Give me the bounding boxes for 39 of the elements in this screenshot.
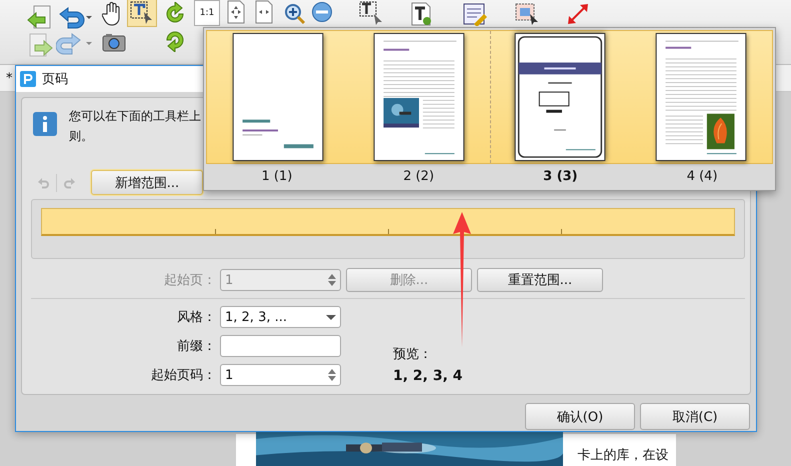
start-number-label: 起始页码：: [150, 367, 216, 384]
body-text: 卡上的库，在设: [578, 448, 668, 464]
page-thumbnail-drawing[interactable]: [232, 33, 324, 161]
style-label: 风格：: [176, 309, 216, 326]
ok-button[interactable]: 确认(O): [525, 403, 635, 430]
resize-arrows-icon[interactable]: [566, 2, 590, 26]
info-text: 则。: [69, 128, 94, 145]
text-select-icon[interactable]: [128, 0, 156, 26]
page-label: 3 (3): [542, 168, 579, 184]
prefix-label: 前缀：: [176, 338, 216, 355]
reset-range-button[interactable]: 重置范围...: [477, 268, 603, 292]
page-label: 2 (2): [402, 168, 436, 184]
select-object-icon[interactable]: [514, 2, 540, 26]
start-page-label: 起始页：: [163, 272, 216, 290]
fit-page-icon[interactable]: [226, 0, 246, 24]
document-tab[interactable]: *: [4, 70, 14, 86]
info-icon: [33, 112, 57, 136]
actual-size-button[interactable]: 1:1: [194, 0, 220, 26]
dialog-title: 页码: [42, 71, 68, 88]
page-label: 1 (1): [260, 168, 294, 184]
add-range-button[interactable]: 新增范围...: [91, 170, 203, 195]
app-logo-icon: [20, 71, 36, 87]
style-dropdown[interactable]: 1, 2, 3, ...: [220, 306, 341, 328]
info-text: 您可以在下面的工具栏上: [69, 108, 201, 125]
page-thumbnail-drawing[interactable]: [514, 33, 606, 161]
text-tool-icon[interactable]: [358, 0, 384, 26]
preview-label: 预览：: [393, 346, 433, 363]
cancel-button[interactable]: 取消(C): [640, 403, 750, 430]
edit-document-icon[interactable]: [462, 2, 488, 26]
start-number-field[interactable]: 1: [220, 364, 341, 386]
fit-width-icon[interactable]: [254, 0, 274, 24]
preview-value: 1, 2, 3, 4: [393, 368, 463, 384]
page-thumbnail-drawing[interactable]: [655, 33, 748, 161]
add-text-icon[interactable]: [410, 2, 432, 26]
page-label: 4 (4): [686, 168, 719, 184]
prefix-field[interactable]: [220, 335, 341, 357]
camera-icon[interactable]: [102, 32, 126, 52]
page-thumbnail-drawing[interactable]: [372, 33, 465, 161]
zoom-out-icon[interactable]: [311, 1, 333, 23]
